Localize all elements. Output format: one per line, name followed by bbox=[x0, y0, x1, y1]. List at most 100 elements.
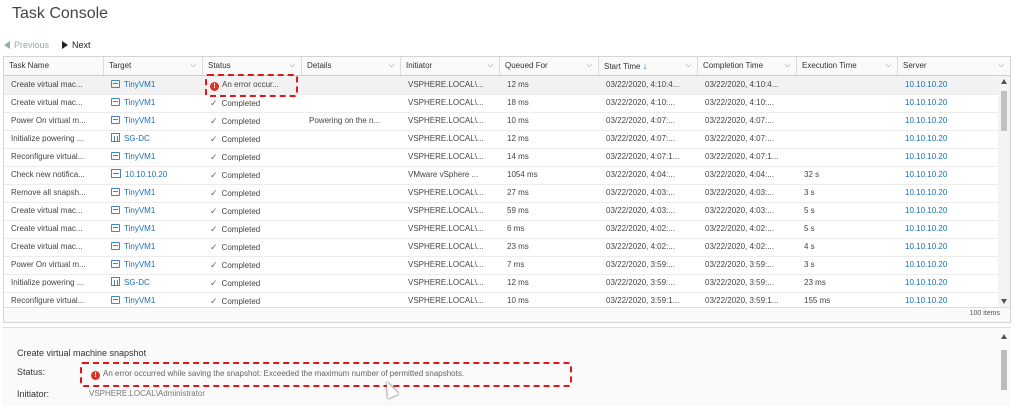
host-icon bbox=[111, 169, 121, 178]
filter-icon[interactable]: ⌵ bbox=[488, 57, 493, 75]
target-link[interactable]: TinyVM1 bbox=[124, 224, 155, 233]
column-header-status[interactable]: Status ⌵ bbox=[203, 57, 302, 75]
server-link[interactable]: 10.10.10.20 bbox=[905, 260, 947, 269]
server-link[interactable]: 10.10.10.20 bbox=[905, 296, 947, 305]
filter-icon[interactable]: ⌵ bbox=[191, 57, 196, 75]
target-link[interactable]: TinyVM1 bbox=[124, 206, 155, 215]
cell-execution: 23 ms bbox=[804, 278, 826, 287]
filter-icon[interactable]: ⌵ bbox=[686, 57, 691, 75]
target-link[interactable]: TinyVM1 bbox=[124, 260, 155, 269]
table-row[interactable]: Remove all snapsh... TinyVM1 ✓ Completed VSP… bbox=[4, 184, 998, 203]
column-header-initiator[interactable]: Initiator ⌵ bbox=[401, 57, 500, 75]
target-link[interactable]: TinyVM1 bbox=[124, 80, 155, 89]
scroll-thumb[interactable] bbox=[1001, 91, 1007, 131]
scroll-thumb[interactable] bbox=[1001, 350, 1007, 390]
scroll-up-icon[interactable] bbox=[1001, 334, 1007, 339]
table-row[interactable]: Create virtual mac... TinyVM1 ✓ Completed VS… bbox=[4, 94, 998, 113]
column-header-task-name[interactable]: Task Name bbox=[4, 57, 104, 75]
server-link[interactable]: 10.10.10.20 bbox=[905, 242, 947, 251]
cell-server: 10.10.10.20 bbox=[900, 220, 998, 238]
table-row[interactable]: Reconfigure virtual... TinyVM1 ✓ Completed V… bbox=[4, 148, 998, 167]
cell-initiator: VSPHERE.LOCAL\... bbox=[408, 206, 484, 215]
server-link[interactable]: 10.10.10.20 bbox=[905, 206, 947, 215]
server-link[interactable]: 10.10.10.20 bbox=[905, 224, 947, 233]
cell-target[interactable]: TinyVM1 bbox=[106, 112, 205, 130]
table-row[interactable]: Check new notifica... 10.10.10.20 ✓ Complet… bbox=[4, 166, 998, 185]
column-header-target[interactable]: Target ⌵ bbox=[104, 57, 203, 75]
filter-icon[interactable]: ⌵ bbox=[999, 57, 1004, 75]
cell-queued: 18 ms bbox=[507, 98, 529, 107]
cell-completion: 03/22/2020, 4:03:... bbox=[705, 188, 774, 197]
cell-target[interactable]: 10.10.10.20 bbox=[106, 166, 205, 184]
scroll-down-icon[interactable] bbox=[1001, 299, 1007, 304]
cell-task: Create virtual mac... bbox=[11, 206, 83, 215]
column-header-execution-time[interactable]: Execution Time ⌵ bbox=[797, 57, 898, 75]
server-link[interactable]: 10.10.10.20 bbox=[905, 98, 947, 107]
cell-details bbox=[304, 184, 403, 202]
cell-target[interactable]: SG-DC bbox=[106, 274, 205, 292]
next-label: Next bbox=[72, 40, 91, 50]
server-link[interactable]: 10.10.10.20 bbox=[905, 134, 947, 143]
filter-icon[interactable]: ⌵ bbox=[290, 57, 295, 75]
cell-server: 10.10.10.20 bbox=[900, 94, 998, 112]
target-link[interactable]: TinyVM1 bbox=[124, 296, 155, 305]
cell-task: Create virtual mac... bbox=[11, 80, 83, 89]
filter-icon[interactable]: ⌵ bbox=[587, 57, 592, 75]
table-row[interactable]: Initialize powering ... SG-DC ✓ Completed VS… bbox=[4, 130, 998, 149]
cell-target[interactable]: TinyVM1 bbox=[106, 256, 205, 274]
table-row[interactable]: Create virtual mac... TinyVM1 ✓ Completed VS… bbox=[4, 238, 998, 257]
target-link[interactable]: TinyVM1 bbox=[124, 152, 155, 161]
target-link[interactable]: TinyVM1 bbox=[124, 242, 155, 251]
cell-task: Create virtual mac... bbox=[11, 98, 83, 107]
column-header-start-time[interactable]: Start Time ↓ ⌵ bbox=[599, 57, 698, 75]
next-button[interactable]: Next bbox=[62, 40, 91, 50]
cell-execution: 5 s bbox=[804, 224, 815, 233]
vm-icon bbox=[111, 206, 120, 214]
table-row[interactable]: Create virtual mac... TinyVM1 ✓ Completed VS… bbox=[4, 220, 998, 239]
cell-status: ✓ Completed bbox=[205, 220, 304, 238]
cell-target[interactable]: TinyVM1 bbox=[106, 220, 205, 238]
filter-icon[interactable]: ⌵ bbox=[886, 57, 891, 75]
table-row[interactable]: Power On virtual m... TinyVM1 ✓ Completed VS… bbox=[4, 256, 998, 275]
cell-target[interactable]: TinyVM1 bbox=[106, 292, 205, 307]
cell-target[interactable]: TinyVM1 bbox=[106, 76, 205, 94]
filter-icon[interactable]: ⌵ bbox=[785, 57, 790, 75]
grid-scrollbar[interactable] bbox=[998, 76, 1010, 307]
cell-target[interactable]: TinyVM1 bbox=[106, 202, 205, 220]
server-link[interactable]: 10.10.10.20 bbox=[905, 152, 947, 161]
server-link[interactable]: 10.10.10.20 bbox=[905, 170, 947, 179]
column-header-completion-time[interactable]: Completion Time ⌵ bbox=[698, 57, 797, 75]
cell-target[interactable]: TinyVM1 bbox=[106, 184, 205, 202]
table-row[interactable]: Create virtual mac... TinyVM1 ✓ Completed VS… bbox=[4, 202, 998, 221]
status-text: Completed bbox=[221, 135, 261, 144]
cell-target[interactable]: TinyVM1 bbox=[106, 238, 205, 256]
column-header-queued-for[interactable]: Queued For ⌵ bbox=[500, 57, 599, 75]
cell-details bbox=[304, 256, 403, 274]
target-link[interactable]: TinyVM1 bbox=[124, 188, 155, 197]
server-link[interactable]: 10.10.10.20 bbox=[905, 80, 947, 89]
cell-start: 03/22/2020, 4:02:... bbox=[606, 224, 675, 233]
target-link[interactable]: 10.10.10.20 bbox=[125, 170, 167, 179]
target-link[interactable]: SG-DC bbox=[124, 278, 150, 287]
cell-target[interactable]: SG-DC bbox=[106, 130, 205, 148]
table-row[interactable]: Create virtual mac... TinyVM1! An error oc… bbox=[4, 76, 998, 95]
column-header-details[interactable]: Details ⌵ bbox=[302, 57, 401, 75]
cell-target[interactable]: TinyVM1 bbox=[106, 148, 205, 166]
target-link[interactable]: TinyVM1 bbox=[124, 98, 155, 107]
server-link[interactable]: 10.10.10.20 bbox=[905, 278, 947, 287]
column-header-server[interactable]: Server ⌵ bbox=[898, 57, 1010, 75]
previous-button[interactable]: Previous bbox=[4, 40, 49, 50]
target-link[interactable]: SG-DC bbox=[124, 134, 150, 143]
detail-scrollbar[interactable] bbox=[999, 332, 1009, 406]
cell-details bbox=[304, 148, 403, 166]
cell-status: ✓ Completed bbox=[205, 184, 304, 202]
scroll-up-icon[interactable] bbox=[1001, 79, 1007, 84]
table-row[interactable]: Reconfigure virtual... TinyVM1 ✓ Completed V… bbox=[4, 292, 998, 307]
cell-target[interactable]: TinyVM1 bbox=[106, 94, 205, 112]
server-link[interactable]: 10.10.10.20 bbox=[905, 188, 947, 197]
server-link[interactable]: 10.10.10.20 bbox=[905, 116, 947, 125]
table-row[interactable]: Power On virtual m... TinyVM1 ✓ Completed Po… bbox=[4, 112, 998, 131]
target-link[interactable]: TinyVM1 bbox=[124, 116, 155, 125]
filter-icon[interactable]: ⌵ bbox=[389, 57, 394, 75]
table-row[interactable]: Initialize powering ... SG-DC ✓ Completed VS… bbox=[4, 274, 998, 293]
